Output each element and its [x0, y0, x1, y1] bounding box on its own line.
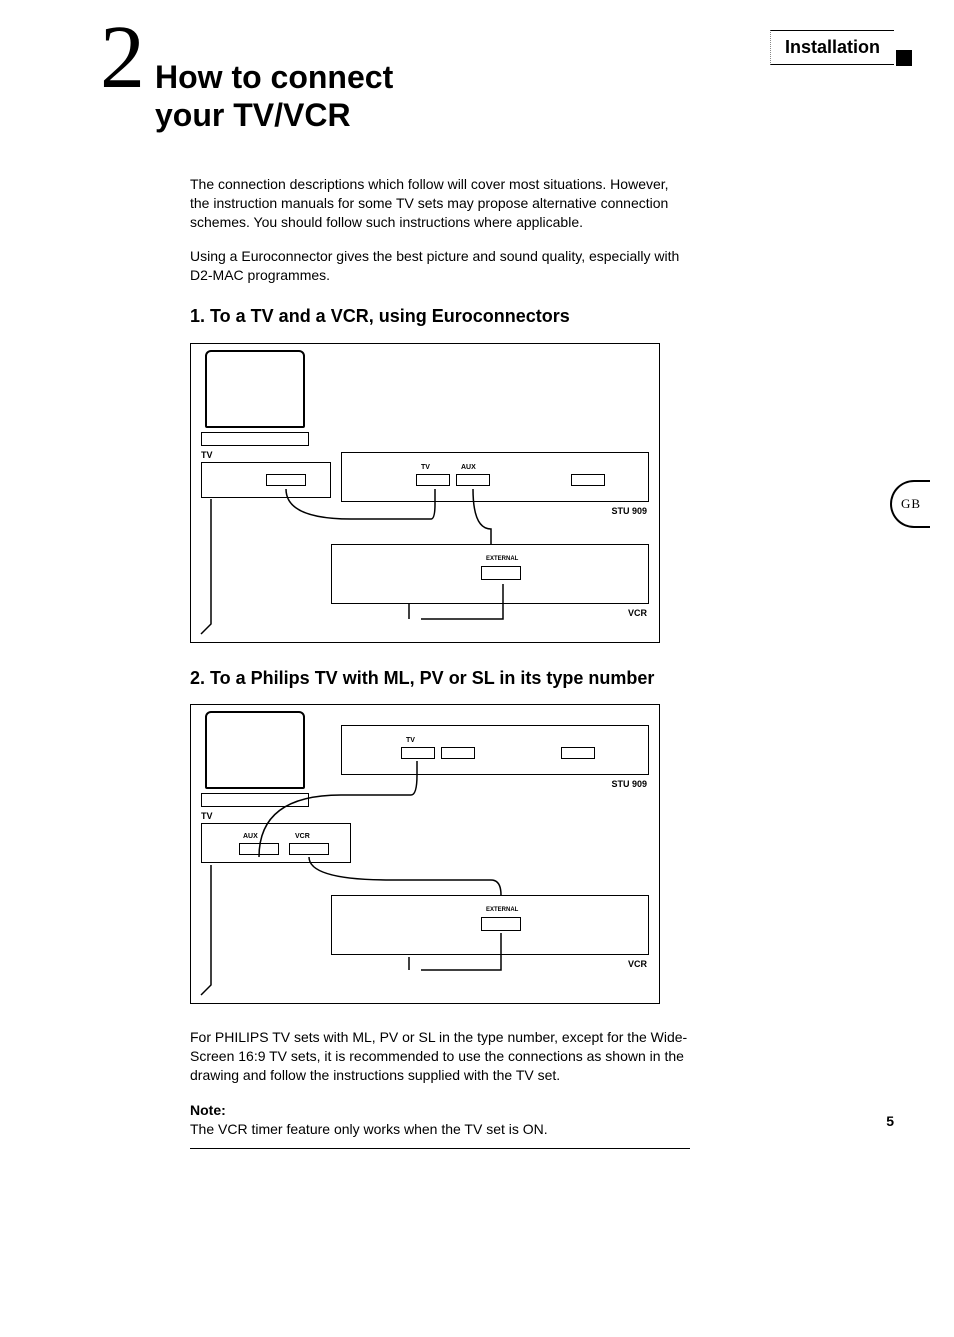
connection-diagram-2: TV AUX VCR TV STU 909 EXTERNAL VCR: [190, 704, 660, 1004]
chapter-title-line2: your TV/VCR: [155, 97, 351, 133]
section-2-heading: 2. To a Philips TV with ML, PV or SL in …: [190, 667, 690, 690]
page-root: 2 How to connect your TV/VCR Installatio…: [0, 0, 954, 1189]
chapter-number: 2: [100, 22, 145, 94]
page-header: 2 How to connect your TV/VCR Installatio…: [100, 30, 894, 135]
section-1-heading: 1. To a TV and a VCR, using Euroconnecto…: [190, 305, 690, 328]
intro-paragraph-1: The connection descriptions which follow…: [190, 175, 690, 232]
diagram1-cables-icon: [191, 344, 659, 642]
diagram2-cables-icon: [191, 705, 659, 1003]
page-number: 5: [886, 1113, 894, 1129]
body-column: The connection descriptions which follow…: [190, 175, 690, 1150]
connection-diagram-1: TV TV AUX STU 909 EXTERNAL VCR: [190, 343, 660, 643]
note-text: The VCR timer feature only works when th…: [190, 1121, 548, 1137]
note-label: Note:: [190, 1102, 226, 1118]
chapter-title-line1: How to connect: [155, 59, 393, 95]
section-label: Installation: [770, 30, 894, 65]
language-tab: GB: [890, 480, 930, 528]
section-2-paragraph: For PHILIPS TV sets with ML, PV or SL in…: [190, 1028, 690, 1085]
chapter-heading: 2 How to connect your TV/VCR: [100, 30, 393, 135]
intro-paragraph-2: Using a Euroconnector gives the best pic…: [190, 247, 690, 285]
chapter-title: How to connect your TV/VCR: [155, 58, 393, 135]
footer-rule: [190, 1148, 690, 1149]
